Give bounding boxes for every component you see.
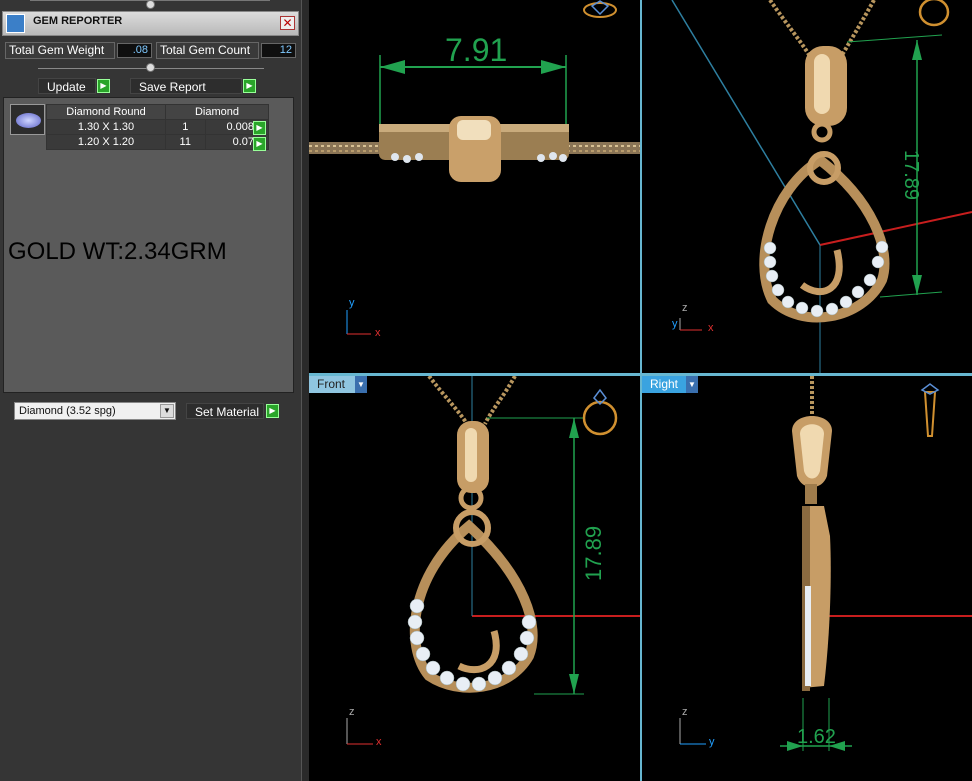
header-stone: Diamond: [165, 104, 269, 120]
tab-front-label: Front: [317, 377, 346, 391]
viewport-front[interactable]: Front ▼ 17.89 z x: [309, 376, 640, 781]
row-select-icon[interactable]: ▶: [253, 137, 266, 151]
panel-collapse-knob[interactable]: [146, 0, 155, 9]
axis-z-label: z: [682, 302, 688, 314]
chevron-down-icon[interactable]: ▼: [160, 404, 174, 418]
axis-y-label: y: [709, 736, 715, 748]
viewport-right[interactable]: Right ▼ 1.62 z y: [642, 376, 972, 781]
viewport-perspective[interactable]: 17.89 z y x: [642, 0, 972, 373]
dimension-height-label: 17.89: [900, 150, 922, 201]
row-count: 11: [165, 134, 206, 150]
gem-reporter-app-icon: [6, 14, 25, 33]
material-select-value: Diamond (3.52 spg): [19, 405, 116, 417]
chevron-down-icon[interactable]: ▼: [355, 376, 367, 393]
perspective-view-render: [671, 0, 972, 373]
row-size: 1.30 X 1.30: [46, 119, 166, 135]
axis-z-label: z: [349, 706, 355, 718]
save-report-button[interactable]: Save Report: [130, 78, 242, 94]
gem-table: Diamond Round Diamond 1.30 X 1.30 1 0.00…: [46, 104, 270, 150]
total-gem-count-value: 12: [261, 43, 296, 58]
update-go-icon[interactable]: ▶: [97, 79, 110, 93]
dimension-thickness-label: 1.62: [797, 726, 836, 748]
panel-titlebar: GEM REPORTER ✕: [2, 11, 299, 36]
gem-thumbnail[interactable]: [10, 104, 45, 135]
axis-y-label: y: [672, 318, 678, 330]
axis-x-label: x: [376, 736, 382, 748]
set-material-go-icon[interactable]: ▶: [266, 404, 279, 418]
tab-right-view[interactable]: Right ▼: [642, 376, 698, 393]
total-gem-weight-label: Total Gem Weight: [5, 42, 115, 59]
right-view-render: [679, 376, 972, 751]
axis-x-label: x: [708, 322, 714, 334]
panel-title: GEM REPORTER: [33, 15, 123, 27]
save-report-go-icon[interactable]: ▶: [243, 79, 256, 93]
viewport-top[interactable]: 7.91 y x: [309, 0, 640, 373]
gem-table-header: Diamond Round Diamond: [46, 104, 269, 120]
total-gem-count-label: Total Gem Count: [156, 42, 259, 59]
table-row[interactable]: 1.30 X 1.30 1 0.008tw: [46, 119, 270, 135]
dimension-height-label: 17.89: [581, 525, 606, 581]
gem-reporter-panel: GEM REPORTER ✕ Total Gem Weight .08 Tota…: [0, 0, 301, 781]
row-count: 1: [165, 119, 206, 135]
chevron-down-icon[interactable]: ▼: [686, 376, 698, 393]
update-button[interactable]: Update: [38, 78, 96, 94]
axis-z-label: z: [682, 706, 688, 718]
axis-y-label: y: [349, 297, 355, 309]
material-select[interactable]: Diamond (3.52 spg) ▼: [14, 402, 176, 420]
diamond-round-icon: [16, 113, 41, 128]
header-shape: Diamond Round: [46, 104, 166, 120]
table-row[interactable]: 1.20 X 1.20 11 0.07tw: [46, 134, 270, 150]
tab-right-label: Right: [650, 377, 679, 391]
row-size: 1.20 X 1.20: [46, 134, 166, 150]
axis-x-label: x: [375, 327, 381, 339]
viewport-divider-vertical[interactable]: [640, 0, 642, 781]
close-icon[interactable]: ✕: [280, 16, 295, 30]
tab-front-view[interactable]: Front ▼: [309, 376, 367, 393]
set-material-button[interactable]: Set Material: [186, 403, 264, 419]
gold-weight-text: GOLD WT:2.34GRM: [8, 238, 227, 265]
section-collapse-knob[interactable]: [146, 63, 155, 72]
row-select-icon[interactable]: ▶: [253, 121, 266, 135]
dimension-width-label: 7.91: [445, 32, 508, 68]
total-gem-weight-value: .08: [117, 43, 152, 58]
